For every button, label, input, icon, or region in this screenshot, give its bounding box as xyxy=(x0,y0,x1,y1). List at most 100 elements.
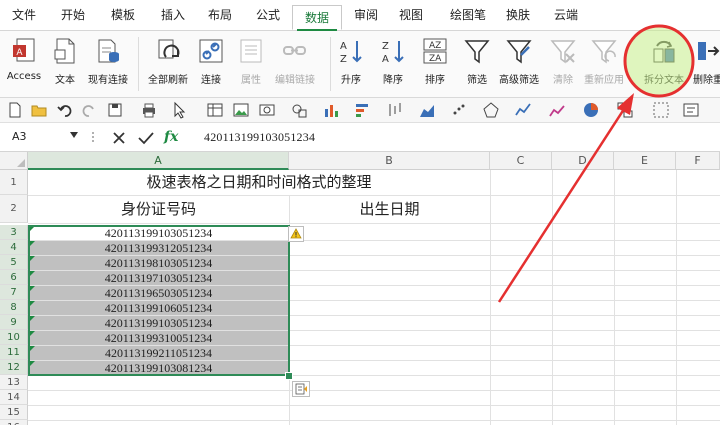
id-cell-a6[interactable]: 420113197103051234 xyxy=(29,271,288,285)
row-header-9[interactable]: 9 xyxy=(0,315,28,330)
tab-cloud[interactable]: 云端 xyxy=(544,0,588,30)
bar-chart-icon[interactable] xyxy=(354,101,372,119)
stock-chart-icon[interactable] xyxy=(386,101,404,119)
shapes-icon[interactable] xyxy=(290,101,308,119)
tab-data[interactable]: 数据 xyxy=(292,5,342,31)
advanced-filter-button[interactable]: 高级筛选 xyxy=(496,31,542,97)
scatter-chart-icon[interactable] xyxy=(450,101,468,119)
filter-button[interactable]: 筛选 xyxy=(462,31,492,97)
sort-descending-button[interactable]: Z A 降序 xyxy=(378,31,408,97)
row-header-1[interactable]: 1 xyxy=(0,170,28,195)
tab-file[interactable]: 文件 xyxy=(4,0,44,30)
id-number-header-cell[interactable]: 身份证号码 xyxy=(28,195,289,223)
quick-analysis-button[interactable] xyxy=(292,381,310,397)
connections-button[interactable]: 连接 xyxy=(196,31,226,97)
print-icon[interactable] xyxy=(140,101,158,119)
birth-date-header-cell[interactable]: 出生日期 xyxy=(289,195,490,223)
id-cell-a3[interactable]: 420113199103051234 xyxy=(29,226,288,240)
cancel-entry-icon[interactable] xyxy=(112,131,126,145)
undo-icon[interactable] xyxy=(56,101,74,119)
row-header-4[interactable]: 4 xyxy=(0,240,28,255)
refresh-all-button[interactable]: 全部刷新 xyxy=(144,31,192,97)
sort-icon: AZ ZA xyxy=(423,38,447,64)
row-header-15[interactable]: 15 xyxy=(0,405,28,420)
row-header-14[interactable]: 14 xyxy=(0,390,28,405)
row-header-16[interactable]: 16 xyxy=(0,420,28,425)
row-header-10[interactable]: 10 xyxy=(0,330,28,345)
select-objects-icon[interactable] xyxy=(652,101,670,119)
id-cell-a5[interactable]: 420113198103051234 xyxy=(29,256,288,270)
select-all-corner[interactable] xyxy=(0,152,28,170)
sort-button[interactable]: AZ ZA 排序 xyxy=(420,31,450,97)
access-button[interactable]: A Access xyxy=(4,31,44,97)
existing-connections-button[interactable]: 现有连接 xyxy=(84,31,132,97)
column-header-d[interactable]: D xyxy=(552,152,614,170)
screenshot-icon[interactable] xyxy=(258,101,276,119)
tab-skin[interactable]: 换肤 xyxy=(496,0,540,30)
textbox-icon[interactable] xyxy=(682,101,700,119)
tab-review[interactable]: 审阅 xyxy=(344,0,388,30)
name-box-dropdown-icon[interactable] xyxy=(70,132,78,138)
save-icon[interactable] xyxy=(106,101,124,119)
row-header-3[interactable]: 3 xyxy=(0,225,28,240)
id-cell-a12[interactable]: 420113199103081234 xyxy=(29,361,288,375)
row-header-8[interactable]: 8 xyxy=(0,300,28,315)
text-to-columns-button[interactable]: 拆分文本 xyxy=(640,31,688,97)
insert-function-icon[interactable]: fx xyxy=(164,127,178,147)
sort-ascending-button[interactable]: A Z 升序 xyxy=(336,31,366,97)
column-chart-icon[interactable] xyxy=(322,101,340,119)
sheet-title-cell[interactable]: 极速表格之日期和时间格式的整理 xyxy=(28,170,490,195)
tab-home[interactable]: 开始 xyxy=(50,0,96,30)
edit-links-button[interactable]: 编辑链接 xyxy=(272,31,318,97)
column-header-b[interactable]: B xyxy=(289,152,490,170)
properties-button[interactable]: 属性 xyxy=(234,31,268,97)
column-header-a[interactable]: A xyxy=(28,152,289,170)
tab-formulas[interactable]: 公式 xyxy=(245,0,291,30)
row-header-11[interactable]: 11 xyxy=(0,345,28,360)
id-cell-a9[interactable]: 420113199103051234 xyxy=(29,316,288,330)
row-header-7[interactable]: 7 xyxy=(0,285,28,300)
row-header-5[interactable]: 5 xyxy=(0,255,28,270)
formula-input[interactable]: 420113199103051234 xyxy=(204,127,315,147)
picture-icon[interactable] xyxy=(232,101,250,119)
row-header-13[interactable]: 13 xyxy=(0,375,28,390)
table-icon[interactable] xyxy=(206,101,224,119)
tab-template[interactable]: 模板 xyxy=(100,0,146,30)
svg-text:A: A xyxy=(340,41,347,52)
column-header-f[interactable]: F xyxy=(676,152,720,170)
error-options-button[interactable] xyxy=(288,226,304,242)
confirm-entry-icon[interactable] xyxy=(138,131,154,145)
column-header-c[interactable]: C xyxy=(490,152,552,170)
select-pointer-icon[interactable] xyxy=(170,101,188,119)
reapply-button[interactable]: 重新应用 xyxy=(582,31,626,97)
new-file-icon[interactable] xyxy=(6,101,24,119)
column-header-e[interactable]: E xyxy=(614,152,676,170)
fill-handle[interactable] xyxy=(285,372,293,380)
id-cell-a11[interactable]: 420113199211051234 xyxy=(29,346,288,360)
open-folder-icon[interactable] xyxy=(30,101,48,119)
id-cell-a7[interactable]: 420113196503051234 xyxy=(29,286,288,300)
tab-view[interactable]: 视图 xyxy=(388,0,434,30)
tab-layout[interactable]: 布局 xyxy=(197,0,243,30)
radar-chart-icon[interactable] xyxy=(482,101,500,119)
line-chart-icon[interactable] xyxy=(514,101,532,119)
id-cell-a10[interactable]: 420113199310051234 xyxy=(29,331,288,345)
id-cell-a4[interactable]: 420113199312051234 xyxy=(29,241,288,255)
pie-chart-icon[interactable] xyxy=(582,101,600,119)
row-header-6[interactable]: 6 xyxy=(0,270,28,285)
connections-icon xyxy=(199,39,223,63)
id-cell-a8[interactable]: 420113199106051234 xyxy=(29,301,288,315)
svg-text:ZA: ZA xyxy=(429,54,442,64)
tab-pen[interactable]: 绘图笔 xyxy=(440,0,496,30)
flowchart-icon[interactable] xyxy=(616,101,634,119)
row-header-2[interactable]: 2 xyxy=(0,195,28,223)
redo-icon[interactable] xyxy=(80,101,98,119)
waterfall-chart-icon[interactable] xyxy=(548,101,566,119)
area-chart-icon[interactable] xyxy=(418,101,436,119)
clear-filter-button[interactable]: 清除 xyxy=(548,31,578,97)
text-import-button[interactable]: 文本 xyxy=(50,31,80,97)
tab-insert[interactable]: 插入 xyxy=(150,0,196,30)
remove-duplicates-button[interactable]: 删除重 xyxy=(688,31,720,97)
number-as-text-indicator-icon xyxy=(30,226,35,231)
row-header-12[interactable]: 12 xyxy=(0,360,28,375)
